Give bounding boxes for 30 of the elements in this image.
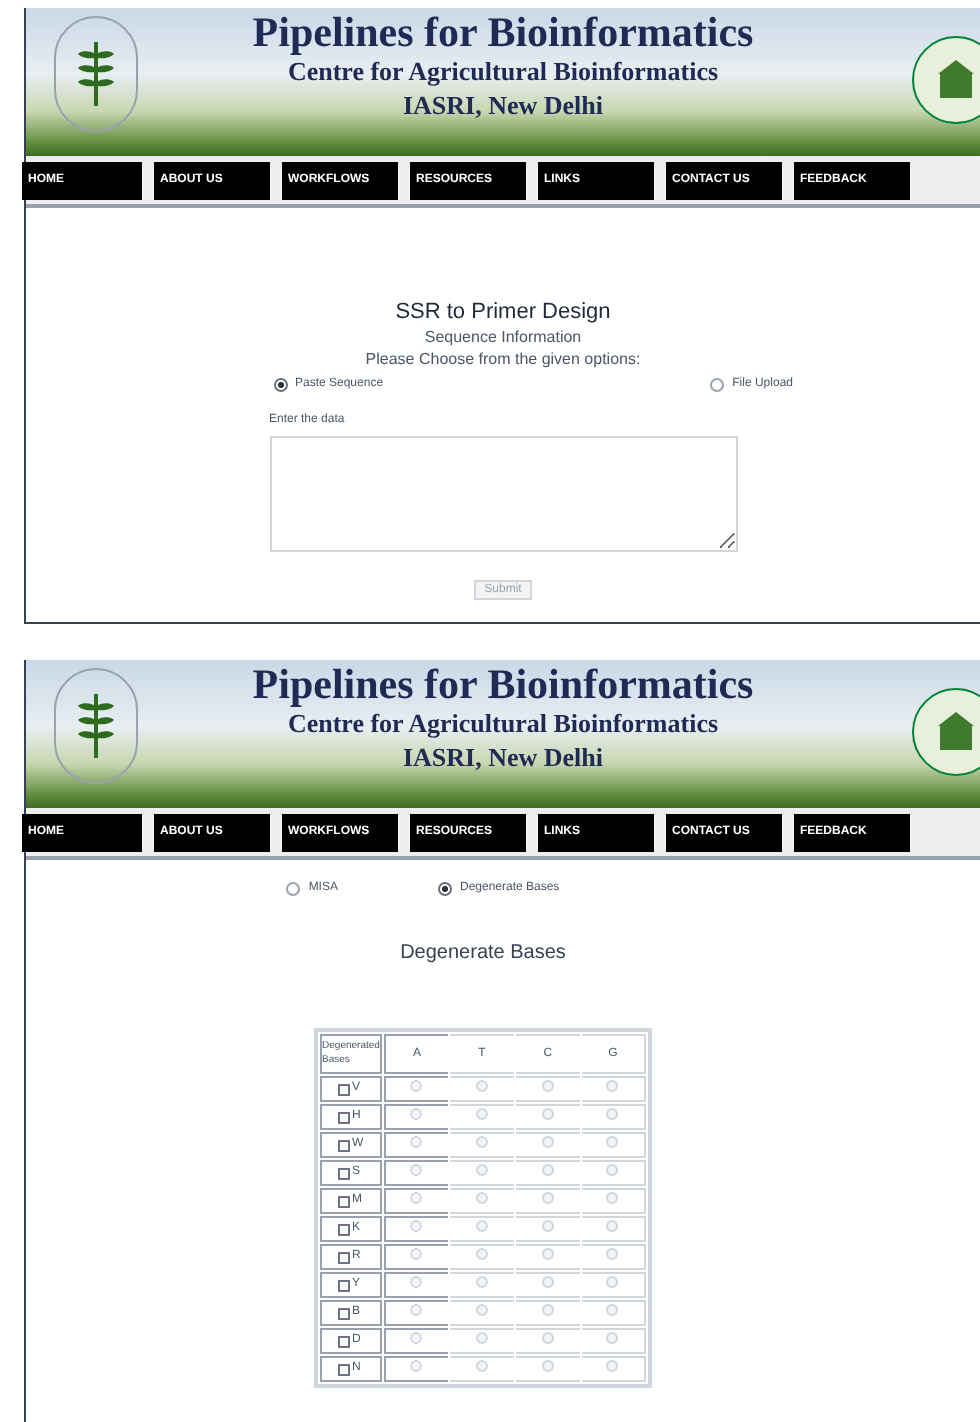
radio-button[interactable] — [286, 882, 301, 896]
section-heading: Degenerate Bases — [400, 940, 566, 968]
site-subtitle: Centre for Agricultural Bioinformatics — [287, 707, 719, 740]
logo-icon — [912, 36, 980, 124]
checkbox[interactable] — [338, 1251, 351, 1263]
text-area[interactable] — [269, 436, 737, 552]
checkbox[interactable] — [338, 1139, 351, 1151]
logo-icon — [912, 688, 980, 776]
radio-button[interactable] — [437, 882, 452, 896]
form-subheading: Sequence Information — [424, 326, 582, 348]
checkbox[interactable] — [338, 1195, 351, 1207]
form-heading: SSR to Primer Design — [395, 300, 611, 326]
checkbox[interactable] — [338, 1363, 351, 1375]
radio-button[interactable] — [710, 378, 725, 392]
institute-name: IASRI, New Delhi — [402, 88, 604, 122]
checkbox[interactable] — [338, 1279, 351, 1291]
form-prompt: Please Choose from the given options: — [365, 348, 641, 370]
site-title: Pipelines for Bioinformatics — [252, 662, 754, 706]
site-title: Pipelines for Bioinformatics — [252, 10, 754, 54]
site-subtitle: Centre for Agricultural Bioinformatics — [287, 55, 719, 88]
checkbox[interactable] — [338, 1307, 351, 1319]
logo-icon — [54, 16, 138, 132]
checkbox[interactable] — [338, 1335, 351, 1347]
logo-icon — [54, 668, 138, 784]
checkbox[interactable] — [338, 1223, 351, 1235]
radio-button[interactable] — [273, 378, 287, 392]
checkbox[interactable] — [338, 1167, 351, 1179]
checkbox[interactable] — [338, 1111, 351, 1123]
checkbox[interactable] — [338, 1083, 351, 1095]
institute-name: IASRI, New Delhi — [402, 740, 604, 774]
